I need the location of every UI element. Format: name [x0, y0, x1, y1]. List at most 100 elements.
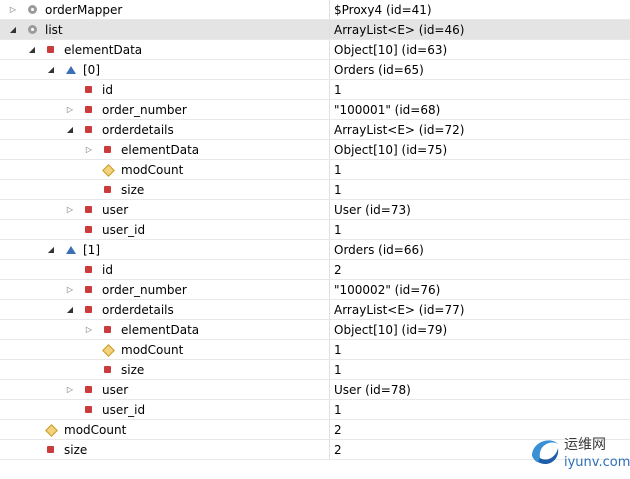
- variable-value: 1: [334, 183, 342, 197]
- swirl-logo-icon: [532, 440, 559, 465]
- private-field-icon: [85, 126, 92, 133]
- private-field-icon: [85, 386, 92, 393]
- variable-value: ArrayList<E> (id=46): [334, 23, 465, 37]
- variable-name: user_id: [102, 223, 146, 237]
- variable-value: 1: [334, 223, 342, 237]
- triangle-down-icon[interactable]: ◢: [27, 40, 37, 59]
- tree-row[interactable]: ▷ order_number "100002" (id=76): [0, 280, 630, 300]
- variable-name-cell[interactable]: id: [0, 80, 330, 99]
- variable-name-cell[interactable]: ◢ list: [0, 20, 330, 39]
- tree-row[interactable]: id 1: [0, 80, 630, 100]
- tree-row[interactable]: size 1: [0, 360, 630, 380]
- variable-name-cell[interactable]: user_id: [0, 400, 330, 419]
- tree-row[interactable]: ▷ orderMapper $Proxy4 (id=41): [0, 0, 630, 20]
- variable-name: user: [102, 203, 129, 217]
- tree-row[interactable]: ▷ elementData Object[10] (id=79): [0, 320, 630, 340]
- variable-name-cell[interactable]: ▷ order_number: [0, 100, 330, 119]
- triangle-right-icon[interactable]: ▷: [65, 380, 75, 399]
- variable-name-cell[interactable]: ◢ elementData: [0, 40, 330, 59]
- private-field-icon: [85, 86, 92, 93]
- tree-row[interactable]: ▷ elementData Object[10] (id=75): [0, 140, 630, 160]
- variable-name: id: [102, 263, 113, 277]
- variable-value: Orders (id=65): [334, 63, 424, 77]
- variable-name-cell[interactable]: size: [0, 180, 330, 199]
- tree-row[interactable]: ▷ order_number "100001" (id=68): [0, 100, 630, 120]
- tree-row[interactable]: ◢ [0] Orders (id=65): [0, 60, 630, 80]
- variable-name-cell[interactable]: ◢ [1]: [0, 240, 330, 259]
- triangle-down-icon[interactable]: ◢: [46, 240, 56, 259]
- variable-name-cell[interactable]: size: [0, 440, 330, 459]
- private-field-icon: [85, 406, 92, 413]
- tree-row[interactable]: ◢ orderdetails ArrayList<E> (id=77): [0, 300, 630, 320]
- tree-row[interactable]: user_id 1: [0, 400, 630, 420]
- default-field-icon: [102, 164, 115, 177]
- variable-name: size: [64, 443, 88, 457]
- interface-variable-icon: [28, 25, 37, 34]
- triangle-down-icon[interactable]: ◢: [8, 20, 18, 39]
- triangle-right-icon[interactable]: ▷: [65, 200, 75, 219]
- variable-name: size: [121, 183, 145, 197]
- variable-name-cell[interactable]: ◢ orderdetails: [0, 120, 330, 139]
- variable-name: list: [45, 23, 63, 37]
- tree-row[interactable]: id 2: [0, 260, 630, 280]
- tree-row[interactable]: size 1: [0, 180, 630, 200]
- variable-name-cell[interactable]: ▷ orderMapper: [0, 0, 330, 19]
- variable-value: Orders (id=66): [334, 243, 424, 257]
- variable-name-cell[interactable]: id: [0, 260, 330, 279]
- watermark-text-site: iyunv.com: [564, 455, 630, 470]
- tree-row[interactable]: ▷ user User (id=78): [0, 380, 630, 400]
- tree-row[interactable]: ◢ orderdetails ArrayList<E> (id=72): [0, 120, 630, 140]
- tree-row[interactable]: ◢ elementData Object[10] (id=63): [0, 40, 630, 60]
- variable-name-cell[interactable]: ▷ order_number: [0, 280, 330, 299]
- variable-name-cell[interactable]: modCount: [0, 420, 330, 439]
- variable-name: modCount: [64, 423, 127, 437]
- variable-name-cell[interactable]: ▷ elementData: [0, 320, 330, 339]
- variable-value: 2: [334, 263, 342, 277]
- tree-row[interactable]: ▷ user User (id=73): [0, 200, 630, 220]
- tree-row[interactable]: modCount 1: [0, 160, 630, 180]
- triangle-down-icon[interactable]: ◢: [65, 120, 75, 139]
- variable-value: User (id=78): [334, 383, 411, 397]
- triangle-right-icon[interactable]: ▷: [65, 100, 75, 119]
- triangle-down-icon[interactable]: ◢: [46, 60, 56, 79]
- variable-name: [1]: [83, 243, 100, 257]
- variable-name: [0]: [83, 63, 100, 77]
- default-field-icon: [102, 344, 115, 357]
- variable-value: 1: [334, 83, 342, 97]
- tree-row[interactable]: modCount 1: [0, 340, 630, 360]
- private-field-icon: [47, 446, 54, 453]
- variable-name-cell[interactable]: ▷ elementData: [0, 140, 330, 159]
- triangle-right-icon[interactable]: ▷: [84, 140, 94, 159]
- variable-value: 1: [334, 403, 342, 417]
- array-element-icon: [66, 246, 76, 254]
- triangle-down-icon[interactable]: ◢: [65, 300, 75, 319]
- variable-value: Object[10] (id=79): [334, 323, 448, 337]
- variable-name: orderdetails: [102, 123, 174, 137]
- triangle-right-icon[interactable]: ▷: [65, 280, 75, 299]
- variable-name: orderdetails: [102, 303, 174, 317]
- variable-name: order_number: [102, 283, 187, 297]
- variable-name-cell[interactable]: ◢ [0]: [0, 60, 330, 79]
- variable-name: user: [102, 383, 129, 397]
- private-field-icon: [85, 226, 92, 233]
- variable-value: Object[10] (id=63): [334, 43, 448, 57]
- variable-name-cell[interactable]: user_id: [0, 220, 330, 239]
- triangle-right-icon[interactable]: ▷: [8, 0, 18, 19]
- private-field-icon: [85, 306, 92, 313]
- variable-value: 2: [334, 443, 342, 457]
- variable-name-cell[interactable]: ▷ user: [0, 380, 330, 399]
- variable-name-cell[interactable]: ◢ orderdetails: [0, 300, 330, 319]
- tree-row[interactable]: ◢ [1] Orders (id=66): [0, 240, 630, 260]
- variable-name-cell[interactable]: size: [0, 360, 330, 379]
- variable-name-cell[interactable]: modCount: [0, 340, 330, 359]
- interface-variable-icon: [28, 5, 37, 14]
- tree-row[interactable]: user_id 1: [0, 220, 630, 240]
- variable-name: elementData: [121, 323, 200, 337]
- variable-value: Object[10] (id=75): [334, 143, 448, 157]
- tree-row[interactable]: ◢ list ArrayList<E> (id=46): [0, 20, 630, 40]
- variable-name-cell[interactable]: ▷ user: [0, 200, 330, 219]
- triangle-right-icon[interactable]: ▷: [84, 320, 94, 339]
- private-field-icon: [104, 186, 111, 193]
- variable-value: 1: [334, 343, 342, 357]
- variable-name-cell[interactable]: modCount: [0, 160, 330, 179]
